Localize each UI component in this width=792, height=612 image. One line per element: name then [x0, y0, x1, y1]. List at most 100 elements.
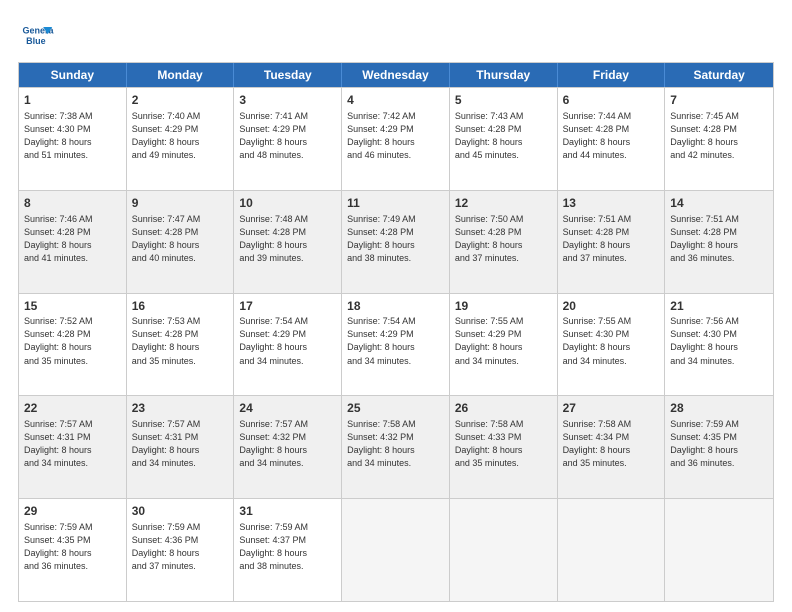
day-number: 20	[563, 298, 660, 315]
calendar-cell: 13Sunrise: 7:51 AMSunset: 4:28 PMDayligh…	[558, 191, 666, 293]
calendar-row: 1Sunrise: 7:38 AMSunset: 4:30 PMDaylight…	[19, 87, 773, 190]
cell-info: Sunrise: 7:50 AMSunset: 4:28 PMDaylight:…	[455, 213, 552, 265]
cell-info: Sunrise: 7:59 AMSunset: 4:35 PMDaylight:…	[24, 521, 121, 573]
calendar-cell: 8Sunrise: 7:46 AMSunset: 4:28 PMDaylight…	[19, 191, 127, 293]
day-number: 25	[347, 400, 444, 417]
cell-info: Sunrise: 7:55 AMSunset: 4:30 PMDaylight:…	[563, 315, 660, 367]
day-number: 16	[132, 298, 229, 315]
calendar-row: 29Sunrise: 7:59 AMSunset: 4:35 PMDayligh…	[19, 498, 773, 601]
logo-icon: General Blue	[18, 18, 54, 54]
svg-text:Blue: Blue	[26, 36, 46, 46]
cell-info: Sunrise: 7:57 AMSunset: 4:31 PMDaylight:…	[132, 418, 229, 470]
header-cell-tuesday: Tuesday	[234, 63, 342, 87]
day-number: 14	[670, 195, 768, 212]
cell-info: Sunrise: 7:58 AMSunset: 4:33 PMDaylight:…	[455, 418, 552, 470]
calendar: SundayMondayTuesdayWednesdayThursdayFrid…	[18, 62, 774, 602]
day-number: 13	[563, 195, 660, 212]
day-number: 2	[132, 92, 229, 109]
cell-info: Sunrise: 7:45 AMSunset: 4:28 PMDaylight:…	[670, 110, 768, 162]
cell-info: Sunrise: 7:42 AMSunset: 4:29 PMDaylight:…	[347, 110, 444, 162]
calendar-cell: 18Sunrise: 7:54 AMSunset: 4:29 PMDayligh…	[342, 294, 450, 396]
cell-info: Sunrise: 7:43 AMSunset: 4:28 PMDaylight:…	[455, 110, 552, 162]
calendar-cell: 25Sunrise: 7:58 AMSunset: 4:32 PMDayligh…	[342, 396, 450, 498]
page: General Blue SundayMondayTuesdayWednesda…	[0, 0, 792, 612]
calendar-cell: 24Sunrise: 7:57 AMSunset: 4:32 PMDayligh…	[234, 396, 342, 498]
calendar-row: 22 Sunrise: 7:57 AMSunset: 4:31 PMDayligh…	[19, 395, 773, 498]
day-number: 15	[24, 298, 121, 315]
calendar-cell: 30Sunrise: 7:59 AMSunset: 4:36 PMDayligh…	[127, 499, 235, 601]
cell-info: Sunrise: 7:47 AMSunset: 4:28 PMDaylight:…	[132, 213, 229, 265]
calendar-cell: 19Sunrise: 7:55 AMSunset: 4:29 PMDayligh…	[450, 294, 558, 396]
cell-info: Sunrise: 7:46 AMSunset: 4:28 PMDaylight:…	[24, 213, 121, 265]
calendar-cell: 26Sunrise: 7:58 AMSunset: 4:33 PMDayligh…	[450, 396, 558, 498]
calendar-cell	[450, 499, 558, 601]
calendar-cell: 12Sunrise: 7:50 AMSunset: 4:28 PMDayligh…	[450, 191, 558, 293]
day-number: 12	[455, 195, 552, 212]
calendar-cell: 31Sunrise: 7:59 AMSunset: 4:37 PMDayligh…	[234, 499, 342, 601]
calendar-cell: 5Sunrise: 7:43 AMSunset: 4:28 PMDaylight…	[450, 88, 558, 190]
cell-info: Sunrise: 7:52 AMSunset: 4:28 PMDaylight:…	[24, 315, 121, 367]
calendar-cell: 2Sunrise: 7:40 AMSunset: 4:29 PMDaylight…	[127, 88, 235, 190]
day-number: 21	[670, 298, 768, 315]
day-number: 30	[132, 503, 229, 520]
header-cell-wednesday: Wednesday	[342, 63, 450, 87]
cell-info: Sunrise: 7:51 AMSunset: 4:28 PMDaylight:…	[563, 213, 660, 265]
calendar-cell: 6Sunrise: 7:44 AMSunset: 4:28 PMDaylight…	[558, 88, 666, 190]
header-cell-monday: Monday	[127, 63, 235, 87]
cell-info: Sunrise: 7:38 AMSunset: 4:30 PMDaylight:…	[24, 110, 121, 162]
calendar-cell: 1Sunrise: 7:38 AMSunset: 4:30 PMDaylight…	[19, 88, 127, 190]
cell-info: Sunrise: 7:59 AMSunset: 4:35 PMDaylight:…	[670, 418, 768, 470]
day-number: 23	[132, 400, 229, 417]
day-number: 7	[670, 92, 768, 109]
cell-info: Sunrise: 7:55 AMSunset: 4:29 PMDaylight:…	[455, 315, 552, 367]
cell-info: Sunrise: 7:58 AMSunset: 4:34 PMDaylight:…	[563, 418, 660, 470]
calendar-cell: 28Sunrise: 7:59 AMSunset: 4:35 PMDayligh…	[665, 396, 773, 498]
day-number: 22	[24, 400, 121, 417]
calendar-cell: 29Sunrise: 7:59 AMSunset: 4:35 PMDayligh…	[19, 499, 127, 601]
calendar-cell: 14Sunrise: 7:51 AMSunset: 4:28 PMDayligh…	[665, 191, 773, 293]
calendar-cell: 22Sunrise: 7:57 AMSunset: 4:31 PMDayligh…	[19, 396, 127, 498]
calendar-cell: 20Sunrise: 7:55 AMSunset: 4:30 PMDayligh…	[558, 294, 666, 396]
calendar-cell	[665, 499, 773, 601]
day-number: 11	[347, 195, 444, 212]
cell-info: Sunrise: 7:41 AMSunset: 4:29 PMDaylight:…	[239, 110, 336, 162]
calendar-row: 15Sunrise: 7:52 AMSunset: 4:28 PMDayligh…	[19, 293, 773, 396]
calendar-cell: 11Sunrise: 7:49 AMSunset: 4:28 PMDayligh…	[342, 191, 450, 293]
day-number: 24	[239, 400, 336, 417]
cell-info: Sunrise: 7:56 AMSunset: 4:30 PMDaylight:…	[670, 315, 768, 367]
header-cell-saturday: Saturday	[665, 63, 773, 87]
header-cell-friday: Friday	[558, 63, 666, 87]
day-number: 4	[347, 92, 444, 109]
calendar-cell: 27Sunrise: 7:58 AMSunset: 4:34 PMDayligh…	[558, 396, 666, 498]
day-number: 10	[239, 195, 336, 212]
day-number: 3	[239, 92, 336, 109]
cell-info: Sunrise: 7:53 AMSunset: 4:28 PMDaylight:…	[132, 315, 229, 367]
calendar-cell: 15Sunrise: 7:52 AMSunset: 4:28 PMDayligh…	[19, 294, 127, 396]
calendar-header: SundayMondayTuesdayWednesdayThursdayFrid…	[19, 63, 773, 87]
cell-info: Sunrise: 7:48 AMSunset: 4:28 PMDaylight:…	[239, 213, 336, 265]
day-number: 17	[239, 298, 336, 315]
cell-info: Sunrise: 7:54 AMSunset: 4:29 PMDaylight:…	[239, 315, 336, 367]
calendar-cell: 10Sunrise: 7:48 AMSunset: 4:28 PMDayligh…	[234, 191, 342, 293]
day-number: 8	[24, 195, 121, 212]
day-number: 18	[347, 298, 444, 315]
day-number: 19	[455, 298, 552, 315]
cell-info: Sunrise: 7:59 AMSunset: 4:36 PMDaylight:…	[132, 521, 229, 573]
day-number: 26	[455, 400, 552, 417]
header-cell-thursday: Thursday	[450, 63, 558, 87]
calendar-cell: 23Sunrise: 7:57 AMSunset: 4:31 PMDayligh…	[127, 396, 235, 498]
calendar-cell	[558, 499, 666, 601]
calendar-cell: 17Sunrise: 7:54 AMSunset: 4:29 PMDayligh…	[234, 294, 342, 396]
day-number: 28	[670, 400, 768, 417]
calendar-cell: 3Sunrise: 7:41 AMSunset: 4:29 PMDaylight…	[234, 88, 342, 190]
day-number: 1	[24, 92, 121, 109]
calendar-row: 8Sunrise: 7:46 AMSunset: 4:28 PMDaylight…	[19, 190, 773, 293]
header-area: General Blue	[18, 18, 774, 54]
calendar-cell: 21Sunrise: 7:56 AMSunset: 4:30 PMDayligh…	[665, 294, 773, 396]
cell-info: Sunrise: 7:49 AMSunset: 4:28 PMDaylight:…	[347, 213, 444, 265]
calendar-cell: 4Sunrise: 7:42 AMSunset: 4:29 PMDaylight…	[342, 88, 450, 190]
header-cell-sunday: Sunday	[19, 63, 127, 87]
day-number: 6	[563, 92, 660, 109]
cell-info: Sunrise: 7:57 AMSunset: 4:32 PMDaylight:…	[239, 418, 336, 470]
calendar-cell: 16Sunrise: 7:53 AMSunset: 4:28 PMDayligh…	[127, 294, 235, 396]
